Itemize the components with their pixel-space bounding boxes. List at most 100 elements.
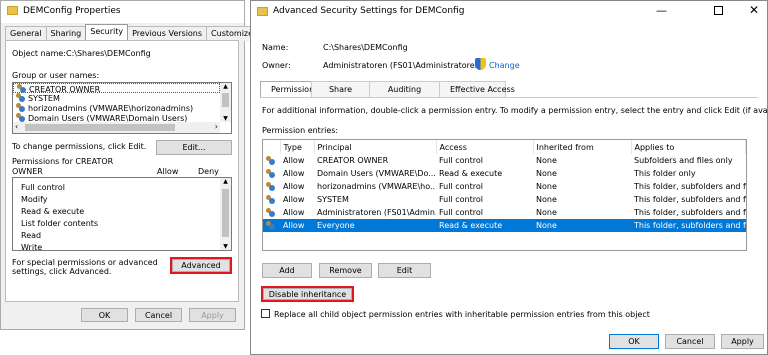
edit-entry-button[interactable]: Edit: [378, 263, 431, 278]
scroll-up-icon[interactable]: ▲: [220, 178, 231, 185]
permission-item: Modify: [21, 195, 48, 204]
table-header: Type Principal Access Inherited from App…: [263, 140, 746, 154]
table-row[interactable]: Allow horizonadmins (VMWARE\ho... Full con…: [263, 180, 746, 193]
add-button[interactable]: Add: [262, 263, 312, 278]
advanced-button[interactable]: Advanced: [170, 257, 232, 274]
table-row[interactable]: Allow Domain Users (VMWARE\Do... Read & ex…: [263, 167, 746, 180]
tab-divider: [260, 97, 758, 98]
vertical-scrollbar[interactable]: ▲ ▼: [220, 83, 231, 122]
table-row[interactable]: Allow CREATOR OWNER Full control None Subfol…: [263, 154, 746, 167]
user-group-icon: [16, 93, 26, 102]
user-list[interactable]: CREATOR OWNER SYSTEM horizonadmins (VMWA…: [12, 82, 232, 134]
maximize-icon[interactable]: [714, 6, 723, 15]
edit-button[interactable]: Edit...: [156, 140, 232, 155]
user-group-icon: [266, 207, 276, 217]
folder-icon: [7, 6, 18, 15]
tab-permissions[interactable]: Permissions: [260, 81, 318, 97]
scroll-thumb[interactable]: [222, 93, 229, 107]
advanced-titlebar: Advanced Security Settings for DEMConfig…: [251, 1, 767, 23]
user-group-icon: [266, 220, 276, 230]
owner-label: Owner:: [262, 61, 291, 70]
info-text: For additional information, double-click…: [262, 106, 768, 115]
column-header-principal[interactable]: Principal: [314, 140, 437, 154]
security-panel: Object name: C:\Shares\DEMConfig Group o…: [5, 40, 239, 302]
scroll-up-icon[interactable]: ▲: [220, 83, 231, 90]
user-group-icon: [16, 103, 26, 112]
folder-icon: [257, 7, 268, 16]
special-permissions-text: For special permissions or advanced sett…: [12, 258, 158, 276]
scroll-left-icon[interactable]: ‹: [15, 122, 18, 131]
table-row[interactable]: Allow SYSTEM Full control None This folder, …: [263, 193, 746, 206]
replace-child-permissions-checkbox[interactable]: [261, 309, 270, 318]
tab-security[interactable]: Security: [85, 24, 129, 41]
permission-item: Read: [21, 231, 42, 240]
apply-button[interactable]: Apply: [721, 334, 764, 349]
column-header-type[interactable]: Type: [280, 140, 315, 154]
list-item[interactable]: SYSTEM: [13, 93, 220, 103]
advanced-tabs: Permissions Share Auditing Effective Acc…: [260, 81, 515, 97]
ok-button[interactable]: OK: [81, 308, 128, 322]
remove-button[interactable]: Remove: [319, 263, 372, 278]
window-title: DEMConfig Properties: [23, 6, 121, 16]
column-header-access[interactable]: Access: [436, 140, 534, 154]
horizontal-scrollbar[interactable]: ‹ ›: [13, 122, 220, 133]
column-header-icon[interactable]: [263, 140, 281, 154]
scroll-down-icon[interactable]: ▼: [220, 115, 231, 122]
replace-child-permissions-option[interactable]: Replace all child object permission entr…: [261, 309, 650, 319]
close-icon[interactable]: ✕: [749, 3, 759, 17]
ok-button[interactable]: OK: [609, 334, 659, 349]
user-group-icon: [16, 113, 26, 122]
allow-column-label: Allow: [157, 167, 179, 176]
name-label: Name:: [262, 43, 289, 52]
list-item[interactable]: Domain Users (VMWARE\Domain Users): [13, 113, 220, 122]
advanced-security-window: Advanced Security Settings for DEMConfig…: [250, 0, 768, 355]
table-row-selected[interactable]: Allow Everyone Read & execute None This fold…: [263, 219, 746, 232]
cancel-button[interactable]: Cancel: [135, 308, 182, 322]
scroll-right-icon[interactable]: ›: [215, 122, 218, 131]
table-row[interactable]: Allow Administratoren (FS01\Admin... Full …: [263, 206, 746, 219]
permissions-list: Full control Modify Read & execute List …: [12, 177, 232, 251]
list-item[interactable]: horizonadmins (VMWARE\horizonadmins): [13, 103, 220, 113]
user-group-icon: [266, 194, 276, 204]
column-header-inherited[interactable]: Inherited from: [533, 140, 632, 154]
tab-general[interactable]: General: [5, 26, 47, 41]
change-owner-link[interactable]: Change: [489, 61, 520, 70]
scroll-thumb[interactable]: [25, 124, 175, 131]
object-name-label: Object name:: [12, 49, 66, 58]
permissions-for-label: Permissions for CREATOR OWNER: [12, 157, 114, 176]
properties-titlebar: DEMConfig Properties: [1, 1, 244, 23]
user-group-icon: [266, 168, 276, 178]
user-group-icon: [17, 84, 27, 93]
apply-button[interactable]: Apply: [189, 308, 236, 322]
tab-auditing[interactable]: Auditing: [369, 81, 440, 97]
tab-previous-versions[interactable]: Previous Versions: [127, 26, 208, 41]
scroll-down-icon[interactable]: ▼: [220, 243, 231, 250]
permission-entries-table[interactable]: Type Principal Access Inherited from App…: [262, 139, 747, 251]
properties-tabs: General Sharing Security Previous Versio…: [5, 24, 259, 41]
column-header-applies[interactable]: Applies to: [631, 140, 746, 154]
name-value: C:\Shares\DEMConfig: [323, 43, 408, 52]
user-group-icon: [266, 155, 276, 165]
disable-inheritance-button[interactable]: Disable inheritance: [261, 286, 354, 302]
change-permissions-text: To change permissions, click Edit.: [12, 142, 147, 151]
object-name-value: C:\Shares\DEMConfig: [66, 49, 151, 58]
shield-icon: [475, 58, 486, 70]
tab-share[interactable]: Share: [311, 81, 370, 97]
vertical-scrollbar[interactable]: ▲ ▼: [220, 178, 231, 250]
permission-item: List folder contents: [21, 219, 99, 228]
permission-item: Read & execute: [21, 207, 85, 216]
owner-value: Administratoren (FS01\Administratoren): [323, 61, 483, 70]
minimize-icon[interactable]: —: [656, 4, 667, 17]
tab-sharing[interactable]: Sharing: [45, 26, 87, 41]
window-title: Advanced Security Settings for DEMConfig: [273, 6, 465, 16]
deny-column-label: Deny: [198, 167, 219, 176]
permission-item: Write: [21, 243, 43, 251]
user-group-icon: [266, 181, 276, 191]
tab-effective-access[interactable]: Effective Access: [439, 81, 515, 97]
properties-window: DEMConfig Properties General Sharing Sec…: [0, 0, 259, 330]
cancel-button[interactable]: Cancel: [665, 334, 715, 349]
scroll-thumb[interactable]: [222, 189, 229, 237]
permission-item: Full control: [21, 183, 65, 192]
list-item[interactable]: CREATOR OWNER: [13, 83, 220, 94]
permission-entries-label: Permission entries:: [262, 126, 339, 135]
